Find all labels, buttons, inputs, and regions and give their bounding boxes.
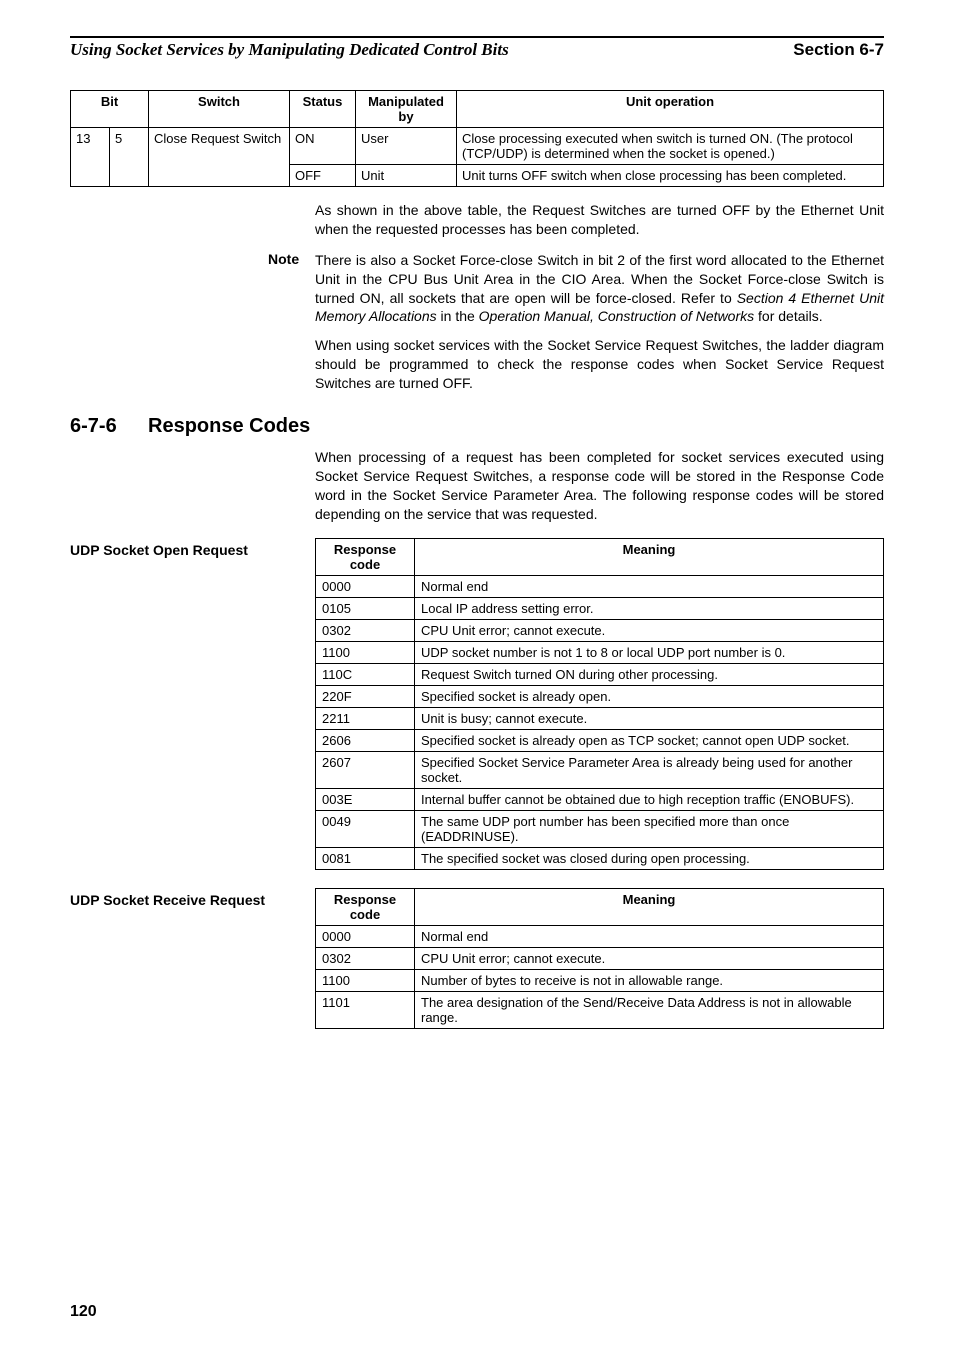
cell-meaning: The specified socket was closed during o… [415,847,884,869]
cell-meaning: Normal end [415,925,884,947]
cell-code: 0081 [316,847,415,869]
col-status: Status [290,91,356,128]
section-number: 6-7-6 [70,415,148,438]
table-row: 2606Specified socket is already open as … [316,729,884,751]
table-row: 0000Normal end [316,575,884,597]
cell-manip: User [356,128,457,165]
cell-switch: Close Request Switch [149,128,290,187]
table-row: 003EInternal buffer cannot be obtained d… [316,788,884,810]
cell-code: 003E [316,788,415,810]
table-row: 2607Specified Socket Service Parameter A… [316,751,884,788]
cell-status: OFF [290,165,356,187]
table-row: 0000Normal end [316,925,884,947]
table-row: 1100UDP socket number is not 1 to 8 or l… [316,641,884,663]
section-title: Response Codes [148,415,310,438]
cell-meaning: The same UDP port number has been specif… [415,810,884,847]
page-number: 120 [70,1303,97,1321]
col-manipulated: Manipulated by [356,91,457,128]
table-header-row: Response code Meaning [316,888,884,925]
cell-bit-a: 13 [71,128,110,187]
table-row: 0081The specified socket was closed duri… [316,847,884,869]
cell-code: 110C [316,663,415,685]
header-left: Using Socket Services by Manipulating De… [70,40,509,60]
note-block: Note There is also a Socket Force-close … [268,251,884,393]
note-text: in the [437,308,479,324]
col-switch: Switch [149,91,290,128]
cell-meaning: CPU Unit error; cannot execute. [415,619,884,641]
table-row: 1101The area designation of the Send/Rec… [316,991,884,1028]
table-row: 1100Number of bytes to receive is not in… [316,969,884,991]
note-italic: Operation Manual, Construction of Networ… [479,308,754,324]
cell-code: 1101 [316,991,415,1028]
cell-meaning: Internal buffer cannot be obtained due t… [415,788,884,810]
cell-meaning: CPU Unit error; cannot execute. [415,947,884,969]
cell-op: Unit turns OFF switch when close process… [457,165,884,187]
cell-code: 1100 [316,641,415,663]
table-header-row: Response code Meaning [316,538,884,575]
cell-manip: Unit [356,165,457,187]
table-row: 0049The same UDP port number has been sp… [316,810,884,847]
header-rule [70,36,884,38]
table-row: 13 5 Close Request Switch ON User Close … [71,128,884,165]
cell-meaning: Normal end [415,575,884,597]
cell-op: Close processing executed when switch is… [457,128,884,165]
table-row: 2211Unit is busy; cannot execute. [316,707,884,729]
table-header-row: Bit Switch Status Manipulated by Unit op… [71,91,884,128]
cell-code: 0000 [316,575,415,597]
table-row: 0302CPU Unit error; cannot execute. [316,947,884,969]
cell-meaning: Request Switch turned ON during other pr… [415,663,884,685]
col-bit: Bit [71,91,149,128]
table-row: 0302CPU Unit error; cannot execute. [316,619,884,641]
section-body: When processing of a request has been co… [315,448,884,524]
cell-meaning: The area designation of the Send/Receive… [415,991,884,1028]
section-heading: 6-7-6 Response Codes [70,415,884,438]
cell-meaning: Specified socket is already open as TCP … [415,729,884,751]
note-body: There is also a Socket Force-close Switc… [315,251,884,393]
cell-meaning: Specified socket is already open. [415,685,884,707]
col-code: Response code [316,538,415,575]
cell-code: 220F [316,685,415,707]
note-paragraph-2: When using socket services with the Sock… [315,336,884,393]
udp-open-table: Response code Meaning 0000Normal end 010… [315,538,884,870]
cell-meaning: Local IP address setting error. [415,597,884,619]
udp-receive-block: UDP Socket Receive Request Response code… [70,888,884,1029]
paragraph: As shown in the above table, the Request… [315,201,884,239]
udp-receive-label: UDP Socket Receive Request [70,888,315,908]
cell-code: 0302 [316,947,415,969]
col-meaning: Meaning [415,888,884,925]
cell-code: 0049 [316,810,415,847]
col-meaning: Meaning [415,538,884,575]
table-row: 0105Local IP address setting error. [316,597,884,619]
cell-code: 2211 [316,707,415,729]
table-row: 110CRequest Switch turned ON during othe… [316,663,884,685]
cell-code: 2607 [316,751,415,788]
cell-code: 1100 [316,969,415,991]
table-row: 220FSpecified socket is already open. [316,685,884,707]
col-code: Response code [316,888,415,925]
cell-code: 0000 [316,925,415,947]
cell-meaning: Specified Socket Service Parameter Area … [415,751,884,788]
page-header: Using Socket Services by Manipulating De… [70,40,884,60]
note-label: Note [268,251,315,393]
cell-meaning: UDP socket number is not 1 to 8 or local… [415,641,884,663]
cell-bit-b: 5 [110,128,149,187]
cell-status: ON [290,128,356,165]
cell-code: 2606 [316,729,415,751]
switch-table: Bit Switch Status Manipulated by Unit op… [70,90,884,187]
udp-open-label: UDP Socket Open Request [70,538,315,558]
page: Using Socket Services by Manipulating De… [0,0,954,1351]
note-text: for details. [754,308,822,324]
header-right: Section 6-7 [793,40,884,60]
cell-meaning: Number of bytes to receive is not in all… [415,969,884,991]
udp-receive-table: Response code Meaning 0000Normal end 030… [315,888,884,1029]
cell-meaning: Unit is busy; cannot execute. [415,707,884,729]
col-operation: Unit operation [457,91,884,128]
udp-open-block: UDP Socket Open Request Response code Me… [70,538,884,870]
cell-code: 0302 [316,619,415,641]
cell-code: 0105 [316,597,415,619]
